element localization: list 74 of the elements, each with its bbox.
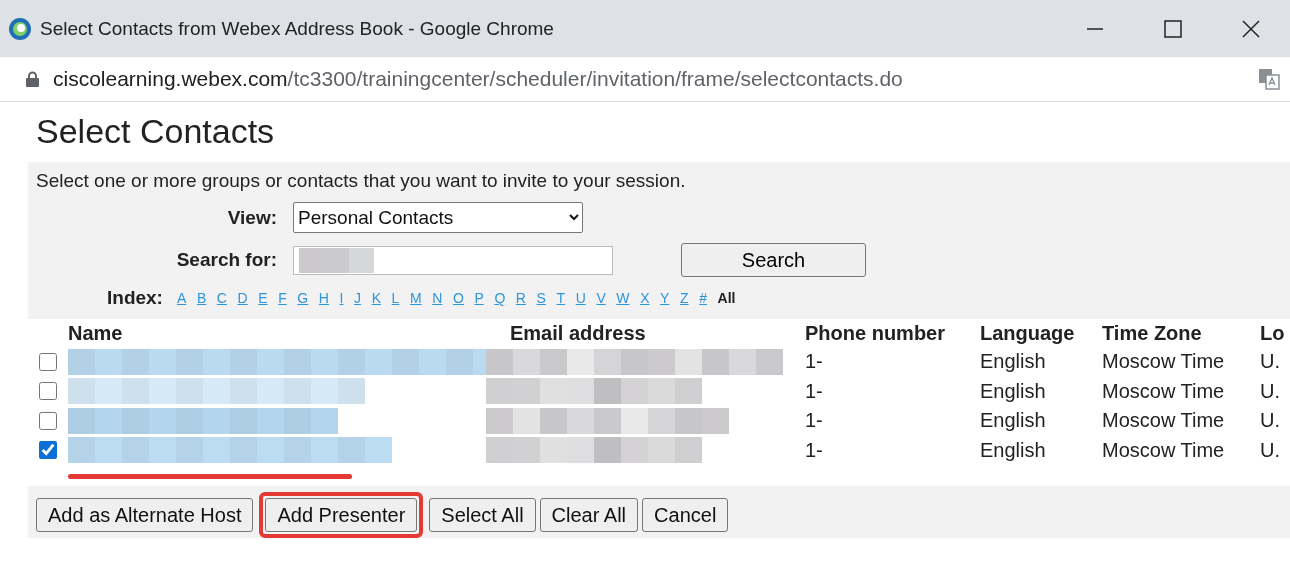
index-letter-link[interactable]: X	[640, 290, 650, 306]
index-letter-link[interactable]: V	[596, 290, 606, 306]
index-letter-link[interactable]: K	[371, 290, 381, 306]
index-letter-link[interactable]: U	[575, 290, 586, 306]
index-letter-link[interactable]: J	[354, 290, 362, 306]
action-button[interactable]: Select All	[429, 498, 536, 532]
table-cell-text: English	[980, 437, 1047, 463]
table-cell-text: Moscow Time	[1102, 349, 1226, 375]
index-all-label: All	[717, 290, 736, 306]
instruction-text: Select one or more groups or contacts that you want to invite to your session.	[36, 170, 687, 192]
index-letter-link[interactable]: D	[237, 290, 248, 306]
index-letter-link[interactable]: L	[391, 290, 400, 306]
action-button[interactable]: Clear All	[539, 498, 639, 532]
index-letter-link[interactable]: B	[196, 290, 207, 306]
page-heading: Select Contacts	[35, 111, 276, 152]
address-bar-url[interactable]: ciscolearning.webex.com/tc3300/trainingcenter/scheduler/invitation/frame/selectcontacts.do	[53, 67, 1258, 91]
index-letter-link[interactable]: Q	[494, 290, 506, 306]
index-letter-link[interactable]: M	[409, 290, 422, 306]
index-letter-link[interactable]: T	[556, 290, 566, 306]
window-title: Select Contacts from Webex Address Book - Google Chrome	[40, 17, 555, 40]
view-dropdown[interactable]: Personal Contacts	[293, 202, 583, 233]
table-cell-text: Moscow Time	[1102, 408, 1226, 434]
translate-icon[interactable]	[1258, 68, 1280, 90]
table-cell-text: 1-	[805, 349, 824, 375]
index-letter-link[interactable]: O	[452, 290, 464, 306]
row-checkbox[interactable]	[39, 441, 57, 460]
index-letter-link[interactable]: C	[216, 290, 227, 306]
action-button[interactable]: Add as Alternate Host	[36, 498, 254, 532]
index-letter-link[interactable]: F	[278, 290, 287, 306]
maximize-icon[interactable]	[1164, 19, 1182, 38]
table-cell-text: Moscow Time	[1102, 437, 1226, 463]
action-button[interactable]: Cancel	[642, 498, 729, 532]
row-checkbox[interactable]	[39, 382, 57, 401]
table-cell-text: U.	[1260, 408, 1281, 434]
row-checkbox[interactable]	[39, 411, 57, 430]
search-field[interactable]	[293, 245, 613, 275]
index-letter-link[interactable]: A	[176, 290, 187, 306]
app-logo-icon	[8, 16, 32, 41]
search-button[interactable]: Search	[681, 243, 866, 277]
column-header: Language	[980, 320, 1076, 346]
column-header: Time Zone	[1102, 320, 1203, 346]
field-label: View:	[226, 206, 278, 229]
index-label: Index:	[107, 287, 164, 309]
action-button[interactable]: Add Presenter	[265, 498, 418, 532]
close-icon[interactable]	[1242, 19, 1260, 38]
table-cell-text: U.	[1260, 349, 1281, 375]
table-cell-text: 1-	[805, 378, 824, 404]
row-checkbox[interactable]	[39, 352, 57, 371]
table-cell-text: English	[980, 349, 1047, 375]
column-header: Email address	[510, 320, 647, 346]
column-header: Lo	[1260, 320, 1286, 346]
index-letter-link[interactable]: #	[699, 290, 707, 306]
table-cell-text: U.	[1260, 378, 1281, 404]
index-letter-link[interactable]: Z	[680, 290, 689, 306]
index-letter-link[interactable]: R	[515, 290, 526, 306]
index-letter-link[interactable]: N	[432, 290, 443, 306]
index-letter-link[interactable]: P	[474, 290, 484, 306]
table-cell-text: 1-	[805, 437, 824, 463]
table-cell-text: Moscow Time	[1102, 378, 1226, 404]
table-cell-text: 1-	[805, 408, 824, 434]
table-cell-text: U.	[1260, 437, 1281, 463]
index-letter-link[interactable]: S	[536, 290, 546, 306]
table-cell-text: English	[980, 408, 1047, 434]
index-letter-link[interactable]: H	[318, 290, 329, 306]
column-header: Phone number	[805, 320, 946, 346]
index-letter-link[interactable]: Y	[660, 290, 670, 306]
index-letter-link[interactable]: I	[339, 290, 344, 306]
index-letter-link[interactable]: G	[297, 290, 309, 306]
column-header: Name	[68, 320, 124, 346]
index-letter-link[interactable]: W	[616, 290, 630, 306]
lock-icon	[26, 71, 39, 87]
field-label: Search for:	[175, 249, 278, 271]
index-letter-link[interactable]: E	[258, 290, 268, 306]
table-cell-text: English	[980, 378, 1047, 404]
